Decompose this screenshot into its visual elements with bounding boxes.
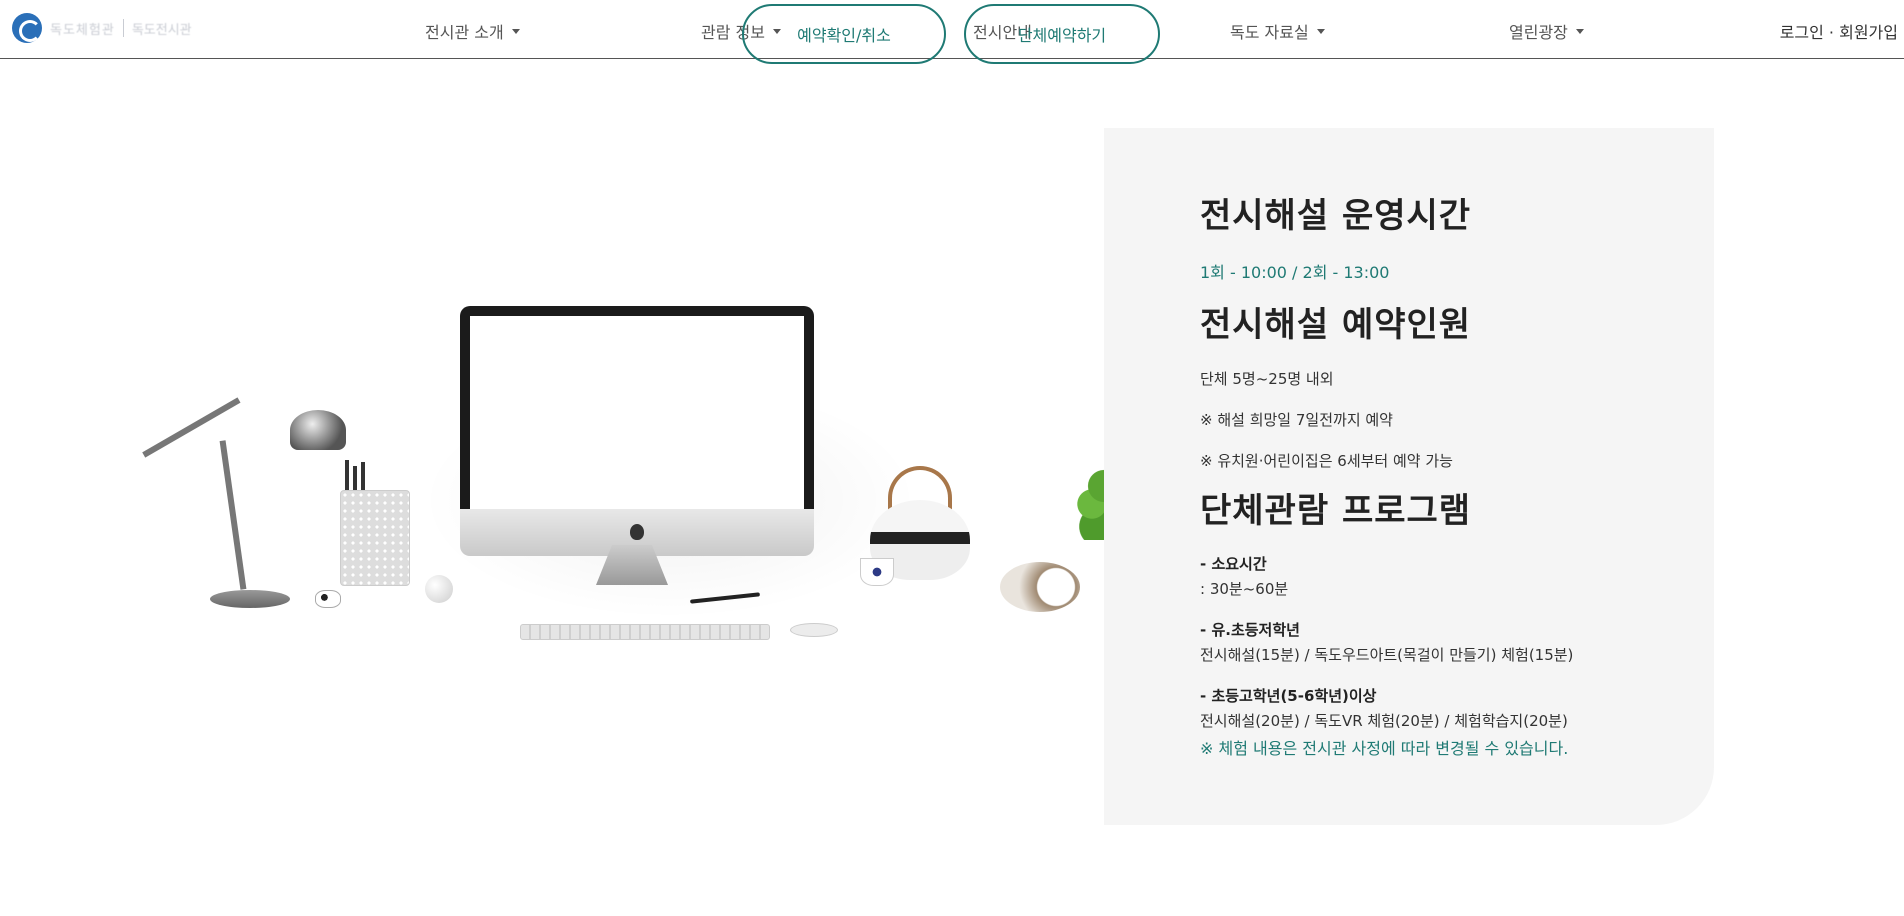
reservation-check-button[interactable]: 예약확인/취소 [742, 4, 946, 64]
elementary-upper-label: - 초등고학년(5-6학년)이상 [1200, 687, 1377, 706]
site-header: 독도체험관 독도전시관 전시관 소개 관람 정보 전시안내 독도 자료실 열린광… [0, 0, 1904, 64]
pen-holder-icon [340, 490, 410, 586]
nav-archive-label: 독도 자료실 [1230, 23, 1309, 42]
logo-icon [12, 13, 42, 43]
capacity-text: 단체 5명~25명 내외 [1200, 369, 1334, 388]
info-panel: 전시해설 운영시간 1회 - 10:00 / 2회 - 13:00 전시해설 예… [1104, 128, 1714, 825]
section-title-capacity: 전시해설 예약인원 [1200, 304, 1472, 345]
elementary-lower-label: - 유.초등저학년 [1200, 621, 1300, 640]
teacup-icon [860, 558, 894, 586]
program-notice: ※ 체험 내용은 전시관 사정에 따라 변경될 수 있습니다. [1200, 739, 1569, 759]
capacity-note-2: ※ 유치원·어린이집은 6세부터 예약 가능 [1200, 451, 1453, 470]
caret-down-icon [1575, 28, 1584, 34]
nav-open-square-label: 열린광장 [1509, 23, 1568, 42]
logo-subtext: 독도전시관 [131, 22, 192, 38]
info-panel-content: 전시해설 운영시간 1회 - 10:00 / 2회 - 13:00 전시해설 예… [1200, 196, 1700, 759]
elementary-lower-value: 전시해설(15분) / 독도우드아트(목걸이 만들기) 체험(15분) [1200, 646, 1574, 665]
section-title-hours: 전시해설 운영시간 [1200, 196, 1472, 236]
capacity-note-1: ※ 해설 희망일 7일전까지 예약 [1200, 410, 1393, 429]
keyboard-icon [520, 624, 770, 640]
ball-icon [425, 575, 453, 603]
nav-about[interactable]: 전시관 소개 [425, 19, 520, 43]
desk-lamp-base [210, 590, 290, 608]
nav-open-square[interactable]: 열린광장 [1509, 19, 1584, 43]
logo-divider [122, 19, 124, 37]
nav-archive[interactable]: 독도 자료실 [1230, 19, 1325, 43]
guide-time-text: 1회 - 10:00 / 2회 - 13:00 [1200, 262, 1390, 282]
desk-lamp-icon [290, 410, 346, 450]
headphones-icon [1000, 562, 1080, 612]
login-signup-link[interactable]: 로그인 · 회원가입 [1780, 19, 1898, 43]
site-logo[interactable]: 독도체험관 독도전시관 [12, 13, 192, 43]
caret-down-icon [511, 28, 520, 34]
desk-lamp-arm [219, 440, 247, 590]
group-reservation-button[interactable]: 단체예약하기 [964, 4, 1160, 64]
logo-text: 독도체험관 [50, 22, 115, 38]
desk-illustration [142, 290, 1112, 670]
nav-about-label: 전시관 소개 [425, 23, 504, 42]
elementary-upper-value: 전시해설(20분) / 독도VR 체험(20분) / 체험학습지(20분) [1200, 712, 1568, 731]
section-title-program: 단체관람 프로그램 [1200, 490, 1472, 531]
panda-figurine-icon [315, 590, 341, 608]
duration-label: - 소요시간 [1200, 555, 1267, 574]
monitor-screen [470, 316, 804, 509]
mouse-icon [790, 623, 838, 637]
apple-logo-icon [630, 524, 644, 540]
monitor-icon [460, 306, 814, 556]
caret-down-icon [1316, 28, 1325, 34]
duration-value: : 30분~60분 [1200, 580, 1289, 599]
